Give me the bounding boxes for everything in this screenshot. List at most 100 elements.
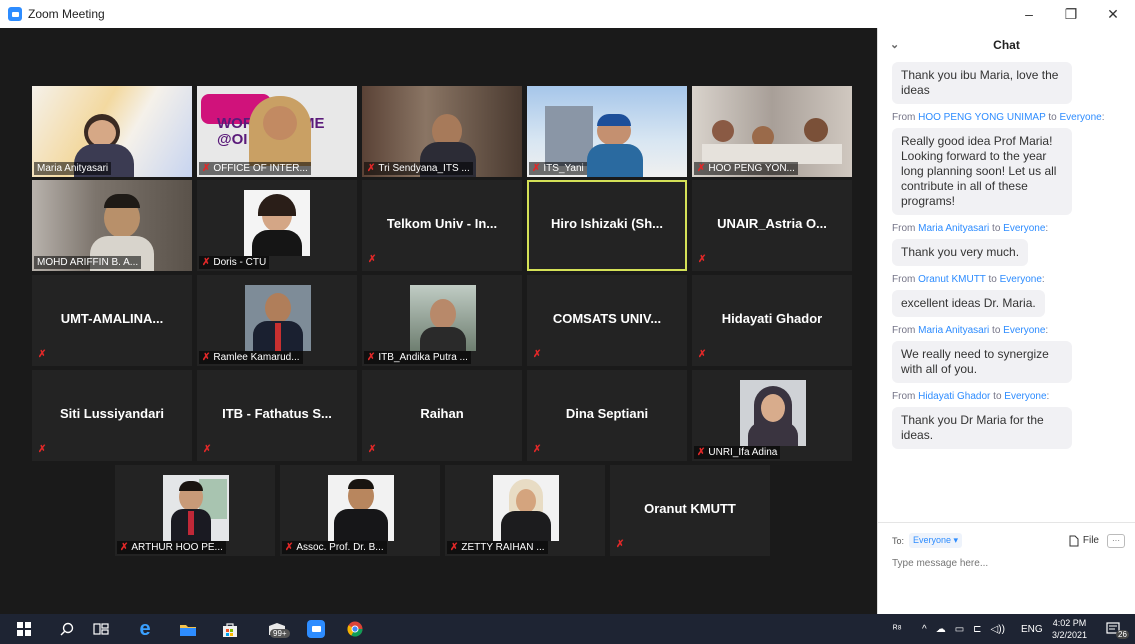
participant-tile-active-speaker[interactable]: Hiro Ishizaki (Sh... — [527, 180, 687, 271]
muted-mic-icon: ✗ — [120, 542, 129, 553]
muted-mic-icon: ✗ — [368, 444, 377, 455]
message-bubble: Really good idea Prof Maria! Looking for… — [892, 128, 1072, 215]
zoom-window: Zoom Meeting – ❐ ✕ Maria Anityasari WORK… — [0, 0, 1135, 644]
participant-name: ✗ ZETTY RAIHAN ... — [447, 541, 548, 554]
participant-name: ✗ Ramlee Kamarud... — [199, 351, 303, 364]
participant-name: ✗ ARTHUR HOO PE... — [117, 541, 226, 554]
profile-photo — [163, 475, 229, 541]
participant-name: Hiro Ishizaki (Sh... — [551, 216, 663, 231]
clock[interactable]: 4:02 PM 3/2/2021 — [1052, 614, 1087, 644]
window-title: Zoom Meeting — [28, 7, 105, 21]
system-tray-icons[interactable]: ^ ☁ ▭ ⊏ ◁)) — [922, 614, 1005, 644]
muted-mic-icon: ✗ — [38, 349, 47, 360]
participant-tile[interactable]: ✗ ZETTY RAIHAN ... — [445, 465, 605, 556]
muted-mic-icon: ✗ — [532, 163, 541, 174]
message-bubble: Thank you Dr Maria for the ideas. — [892, 407, 1072, 449]
participant-name: ✗ OFFICE OF INTER... — [199, 162, 311, 175]
participant-tile[interactable]: ✗ Doris - CTU — [197, 180, 357, 271]
participant-name: Maria Anityasari — [34, 162, 112, 175]
windows-start-icon[interactable] — [8, 614, 40, 644]
participant-tile[interactable]: WORKF OME @OI TM ✗OFFICE OF INTER... — [197, 86, 357, 177]
more-options-button[interactable]: ··· — [1107, 533, 1125, 548]
participant-name: ✗ Assoc. Prof. Dr. B... — [282, 541, 387, 554]
message-bubble: We really need to synergize with all of … — [892, 341, 1072, 383]
zoom-app-icon — [8, 7, 22, 21]
notification-badge: 99+ — [270, 629, 290, 638]
participant-name: UMT-AMALINA... — [60, 311, 164, 326]
muted-mic-icon: ✗ — [697, 447, 706, 458]
people-icon[interactable]: ᴿ⁸ — [893, 614, 902, 644]
muted-mic-icon: ✗ — [367, 163, 376, 174]
muted-mic-icon: ✗ — [697, 163, 706, 174]
participant-tile[interactable]: ✗ ITS_Yani — [527, 86, 687, 177]
windows-taskbar: e 99+ ᴿ⁸ ^ ☁ ▭ ⊏ ◁)) ENG 4:02 PM 3/2/202… — [0, 614, 1135, 644]
muted-mic-icon: ✗ — [533, 444, 542, 455]
participant-tile[interactable]: ✗ HOO PENG YON... — [692, 86, 852, 177]
chevron-up-icon[interactable]: ^ — [922, 624, 927, 635]
participant-tile[interactable]: MOHD ARIFFIN B. A... — [32, 180, 192, 271]
participant-name: MOHD ARIFFIN B. A... — [34, 256, 142, 269]
to-label: To: — [892, 535, 905, 546]
participant-tile[interactable]: Siti Lussiyandari ✗ — [32, 370, 192, 461]
chat-message: Thank you ibu Maria, love the ideas — [892, 62, 1125, 104]
participant-tile[interactable]: Hidayati Ghador ✗ — [692, 275, 852, 366]
muted-mic-icon: ✗ — [368, 254, 377, 265]
close-button[interactable]: ✕ — [1093, 0, 1133, 28]
cloud-icon[interactable]: ☁ — [936, 624, 946, 635]
muted-mic-icon: ✗ — [285, 542, 294, 553]
battery-icon[interactable]: ▭ — [955, 624, 964, 635]
message-bubble: Thank you ibu Maria, love the ideas — [892, 62, 1072, 104]
chat-message: From Oranut KMUTT to Everyone: excellent… — [892, 274, 1125, 317]
participant-tile[interactable]: ✗ UNRI_Ifa Adina — [692, 370, 852, 461]
zoom-taskbar-icon[interactable] — [300, 614, 332, 644]
network-icon[interactable]: ⊏ — [973, 624, 981, 635]
chat-message: From Maria Anityasari to Everyone: We re… — [892, 325, 1125, 383]
recipient-dropdown[interactable]: Everyone ▾ — [909, 533, 963, 548]
participant-name: ✗ Doris - CTU — [199, 256, 270, 269]
participant-tile[interactable]: ✗ Ramlee Kamarud... — [197, 275, 357, 366]
participant-name: COMSATS UNIV... — [552, 311, 662, 326]
participant-tile[interactable]: UNAIR_Astria O... ✗ — [692, 180, 852, 271]
message-bubble: Thank you very much. — [892, 239, 1029, 266]
muted-mic-icon: ✗ — [203, 444, 212, 455]
edge-browser-icon[interactable]: e — [129, 614, 161, 644]
participant-tile[interactable]: ✗ ITB_Andika Putra ... — [362, 275, 522, 366]
chrome-icon[interactable] — [339, 614, 371, 644]
minimize-button[interactable]: – — [1009, 0, 1049, 28]
input-language[interactable]: ENG — [1021, 614, 1043, 644]
task-view-icon[interactable] — [85, 614, 117, 644]
message-bubble: excellent ideas Dr. Maria. — [892, 290, 1045, 317]
participant-tile[interactable]: Telkom Univ - In... ✗ — [362, 180, 522, 271]
profile-photo — [740, 380, 806, 446]
gallery-view: Maria Anityasari WORKF OME @OI TM ✗OFFIC… — [0, 28, 877, 614]
muted-mic-icon: ✗ — [202, 257, 211, 268]
chat-message: From Hidayati Ghador to Everyone: Thank … — [892, 391, 1125, 449]
participant-tile[interactable]: COMSATS UNIV... ✗ — [527, 275, 687, 366]
chevron-down-icon[interactable]: ⌄ — [890, 38, 899, 51]
message-input[interactable] — [892, 558, 1125, 569]
participant-tile[interactable]: ✗ Tri Sendyana_ITS ... — [362, 86, 522, 177]
file-button[interactable]: File — [1069, 535, 1099, 547]
file-explorer-icon[interactable] — [172, 614, 204, 644]
participant-tile[interactable]: Dina Septiani ✗ — [527, 370, 687, 461]
volume-icon[interactable]: ◁)) — [991, 624, 1005, 635]
participant-name: ✗ HOO PENG YON... — [694, 162, 798, 175]
search-icon[interactable] — [51, 614, 83, 644]
participant-tile[interactable]: ITB - Fathatus S... ✗ — [197, 370, 357, 461]
store-icon[interactable] — [214, 614, 246, 644]
participant-tile[interactable]: Oranut KMUTT ✗ — [610, 465, 770, 556]
muted-mic-icon: ✗ — [202, 163, 211, 174]
message-sender-line: From Hidayati Ghador to Everyone: — [892, 391, 1050, 402]
participant-name: ✗ UNRI_Ifa Adina — [694, 446, 781, 459]
chat-messages: Thank you ibu Maria, love the ideas From… — [878, 62, 1135, 530]
participant-tile[interactable]: ✗ Assoc. Prof. Dr. B... — [280, 465, 440, 556]
participant-tile[interactable]: Maria Anityasari — [32, 86, 192, 177]
participant-tile[interactable]: UMT-AMALINA... ✗ — [32, 275, 192, 366]
participant-tile[interactable]: ✗ ARTHUR HOO PE... — [115, 465, 275, 556]
chat-header: ⌄ Chat — [878, 28, 1135, 62]
mail-icon[interactable]: 99+ — [257, 614, 297, 644]
action-center-icon[interactable]: 26 — [1106, 614, 1129, 644]
message-sender-line: From Maria Anityasari to Everyone: — [892, 223, 1049, 234]
restore-button[interactable]: ❐ — [1051, 0, 1091, 28]
participant-tile[interactable]: Raihan ✗ — [362, 370, 522, 461]
